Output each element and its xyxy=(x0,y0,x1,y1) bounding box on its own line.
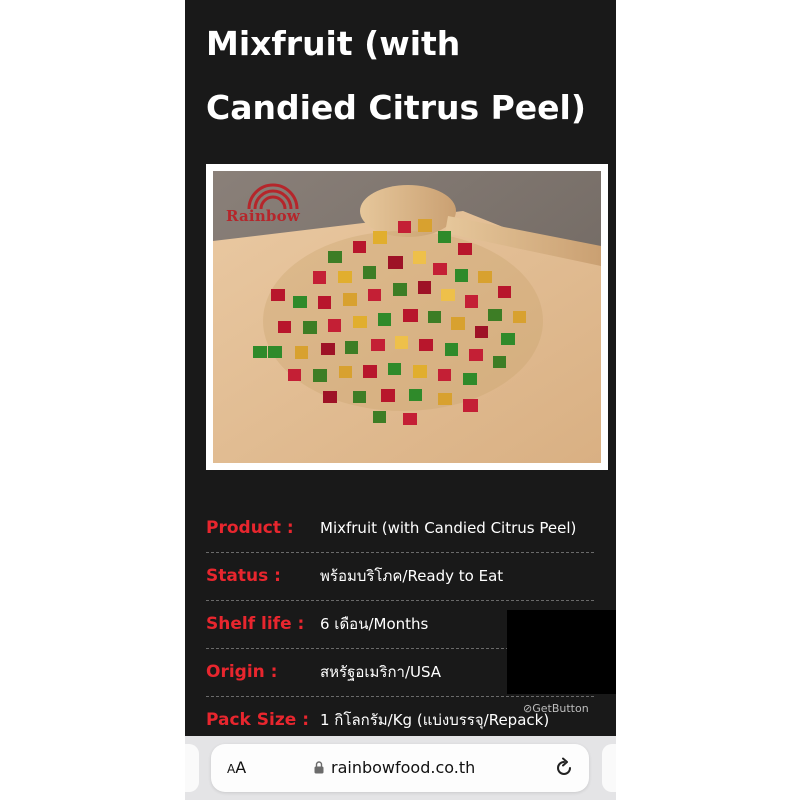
getbutton-icon: ⊘ xyxy=(523,702,533,715)
chat-widget-panel[interactable] xyxy=(507,610,616,694)
page-title-line-2: Candied Citrus Peel) xyxy=(206,88,586,127)
detail-label: Product : xyxy=(206,518,294,538)
previous-tab-edge[interactable] xyxy=(185,744,199,792)
page-title: Mixfruit (with Candied Citrus Peel) xyxy=(206,12,606,140)
detail-label: Status : xyxy=(206,566,281,586)
product-image: Rainbow xyxy=(213,171,601,463)
detail-value: Mixfruit (with Candied Citrus Peel) xyxy=(320,519,577,537)
detail-value: สหรัฐอเมริกา/USA xyxy=(320,663,442,681)
address-bar[interactable]: AA rainbowfood.co.th xyxy=(211,744,589,792)
lock-icon xyxy=(314,761,324,774)
detail-label: Shelf life : xyxy=(206,614,305,634)
getbutton-link[interactable]: ⊘GetButton xyxy=(523,702,589,715)
text-size-button[interactable]: AA xyxy=(227,744,246,793)
web-page: Mixfruit (with Candied Citrus Peel) Rain… xyxy=(185,0,616,800)
detail-value: 6 เดือน/Months xyxy=(320,615,429,633)
detail-row-status: Status : พร้อมบริโภค/Ready to Eat xyxy=(206,552,594,601)
next-tab-edge[interactable] xyxy=(602,744,616,792)
reload-icon[interactable] xyxy=(553,757,575,779)
detail-value: พร้อมบริโภค/Ready to Eat xyxy=(320,567,504,585)
page-title-line-1: Mixfruit (with xyxy=(206,24,461,63)
browser-bottom-bar: AA rainbowfood.co.th xyxy=(185,736,616,800)
url-text[interactable]: rainbowfood.co.th xyxy=(331,744,475,792)
product-image-frame: Rainbow xyxy=(206,164,608,470)
detail-label: Origin : xyxy=(206,662,278,682)
brand-logo-text: Rainbow xyxy=(226,207,300,225)
detail-row-product: Product : Mixfruit (with Candied Citrus … xyxy=(206,504,594,553)
